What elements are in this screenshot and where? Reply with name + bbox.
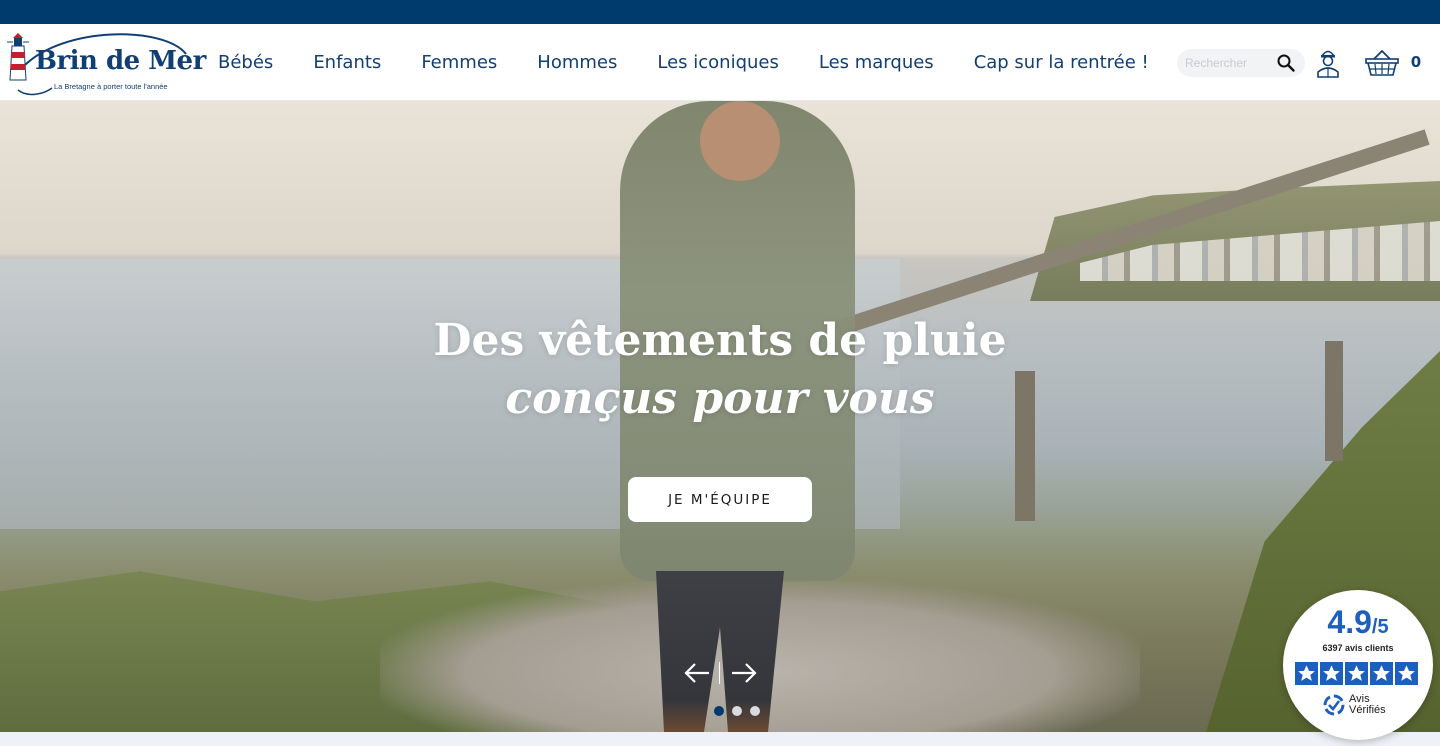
nav-item-femmes[interactable]: Femmes bbox=[401, 52, 517, 73]
star-icon bbox=[1370, 662, 1393, 685]
avis-verifies-line2: Vérifiés bbox=[1349, 704, 1386, 716]
slider-dots bbox=[714, 706, 760, 716]
cart-count[interactable]: 0 bbox=[1408, 53, 1424, 71]
top-bar bbox=[0, 0, 1440, 24]
brand-logo[interactable]: Brin de Mer La Bretagne à porter toute l… bbox=[4, 32, 206, 96]
nav-item-enfants[interactable]: Enfants bbox=[293, 52, 401, 73]
star-icon bbox=[1395, 662, 1418, 685]
nav-item-marques[interactable]: Les marques bbox=[799, 52, 954, 73]
section-divider bbox=[0, 732, 1440, 746]
avis-verifies-icon bbox=[1323, 694, 1345, 716]
nav-item-iconiques[interactable]: Les iconiques bbox=[637, 52, 799, 73]
avis-verifies-logo: Avis Vérifiés bbox=[1323, 694, 1403, 720]
arrow-right-icon[interactable] bbox=[730, 659, 758, 687]
hero-title: Des vêtements de pluie conçus pour vous bbox=[0, 312, 1440, 428]
rating-scale: /5 bbox=[1371, 616, 1389, 638]
reviews-badge[interactable]: 4.9/5 6397 avis clients Avis Vérifiés bbox=[1283, 590, 1433, 740]
star-icon bbox=[1320, 662, 1343, 685]
arrow-divider bbox=[719, 662, 720, 684]
slider-dot[interactable] bbox=[714, 706, 724, 716]
arrow-left-icon[interactable] bbox=[683, 659, 711, 687]
brand-tagline: La Bretagne à porter toute l'année bbox=[54, 82, 168, 91]
hero-title-line1: Des vêtements de pluie bbox=[433, 315, 1007, 366]
account-icon[interactable] bbox=[1316, 48, 1340, 78]
hero-photo-model-head bbox=[700, 101, 780, 181]
nav-item-rentree[interactable]: Cap sur la rentrée ! bbox=[954, 52, 1169, 73]
star-icon bbox=[1295, 662, 1318, 685]
search-icon[interactable] bbox=[1276, 53, 1296, 73]
hero-cta-button[interactable]: JE M'ÉQUIPE bbox=[628, 477, 812, 522]
brand-name: Brin de Mer bbox=[35, 46, 206, 76]
rating-score: 4.9/5 bbox=[1283, 604, 1433, 641]
star-rating bbox=[1295, 662, 1419, 688]
slider-dot[interactable] bbox=[750, 706, 760, 716]
avis-verifies-label: Avis Vérifiés bbox=[1349, 694, 1386, 716]
rating-value: 4.9 bbox=[1327, 604, 1372, 640]
nav-item-bebes[interactable]: Bébés bbox=[198, 52, 293, 73]
review-count: 6397 avis clients bbox=[1322, 643, 1394, 653]
nav-item-hommes[interactable]: Hommes bbox=[517, 52, 637, 73]
search-box bbox=[1177, 49, 1305, 77]
slider-dot[interactable] bbox=[732, 706, 742, 716]
main-nav: Bébés Enfants Femmes Hommes Les iconique… bbox=[198, 24, 1169, 101]
site-header: Brin de Mer La Bretagne à porter toute l… bbox=[0, 24, 1440, 101]
hero-banner: Des vêtements de pluie conçus pour vous … bbox=[0, 101, 1440, 732]
search-input[interactable] bbox=[1185, 54, 1273, 72]
star-icon bbox=[1345, 662, 1368, 685]
basket-icon[interactable] bbox=[1365, 50, 1399, 76]
hero-title-line2: conçus pour vous bbox=[505, 373, 935, 424]
